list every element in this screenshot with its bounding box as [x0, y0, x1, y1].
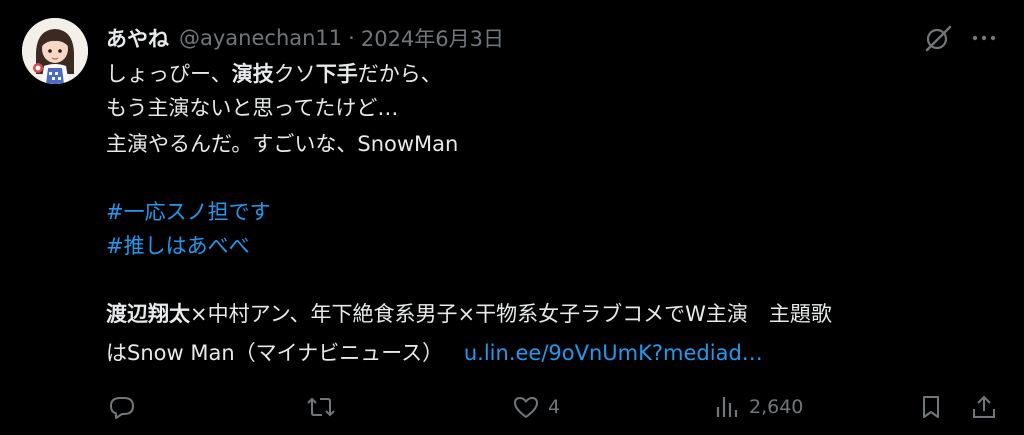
display-name[interactable]: あやね [106, 23, 169, 53]
tweet-header: あやね @ayanechan11 · 2024年6月3日 [106, 22, 504, 54]
timestamp[interactable]: 2024年6月3日 [361, 23, 504, 53]
share-button[interactable] [970, 389, 998, 425]
avatar[interactable] [22, 18, 88, 84]
tweet-line-1: しょっぴー、演技クソ下手だから、 [106, 58, 442, 90]
tweet-text: しょっぴー、 [106, 62, 232, 86]
retweet-icon [307, 397, 335, 417]
like-count: 4 [548, 396, 561, 418]
grok-icon[interactable] [922, 22, 954, 54]
views-icon [716, 397, 738, 417]
news-text: ×中村アン、年下絶食系男子×干物系女子ラブコメでW主演 主題歌 [190, 302, 832, 326]
avatar-image [22, 18, 88, 84]
tweet-text-bold: 演技 [231, 62, 274, 86]
hashtag-link[interactable]: #一応スノ担です [106, 196, 271, 228]
news-text-bold: 渡辺翔太 [106, 302, 190, 326]
reply-button[interactable] [108, 389, 136, 425]
tweet-text-bold: 下手 [315, 62, 358, 86]
tweet-line-3: 主演やるんだ。すごいな、SnowMan [106, 132, 459, 156]
share-icon [973, 395, 995, 418]
news-line-2: はSnow Man（マイナビニュース） u.lin.ee/9oVnUmK?med… [106, 337, 763, 369]
views-count: 2,640 [749, 396, 804, 418]
news-text: はSnow Man（マイナビニュース） [106, 341, 444, 365]
tweet-line-2: もう主演ないと思ってたけど… [106, 96, 399, 120]
hashtag-link[interactable]: #推しはあべべ [106, 230, 250, 262]
news-line-1: 渡辺翔太×中村アン、年下絶食系男子×干物系女子ラブコメでW主演 主題歌 [106, 298, 832, 330]
bookmark-button[interactable] [917, 389, 945, 425]
handle[interactable]: @ayanechan11 [179, 26, 342, 50]
article-link[interactable]: u.lin.ee/9oVnUmK?mediad… [464, 341, 763, 365]
heart-icon [514, 397, 538, 418]
more-options-icon[interactable] [968, 22, 1000, 54]
tweet-text: クソ [273, 62, 316, 86]
tweet-text: だから、 [357, 62, 442, 86]
separator: · [348, 26, 355, 50]
retweet-button[interactable] [305, 389, 337, 425]
bookmark-icon [923, 396, 939, 418]
views-button[interactable]: 2,640 [713, 389, 803, 425]
reply-icon [110, 397, 134, 419]
like-button[interactable]: 4 [512, 389, 560, 425]
